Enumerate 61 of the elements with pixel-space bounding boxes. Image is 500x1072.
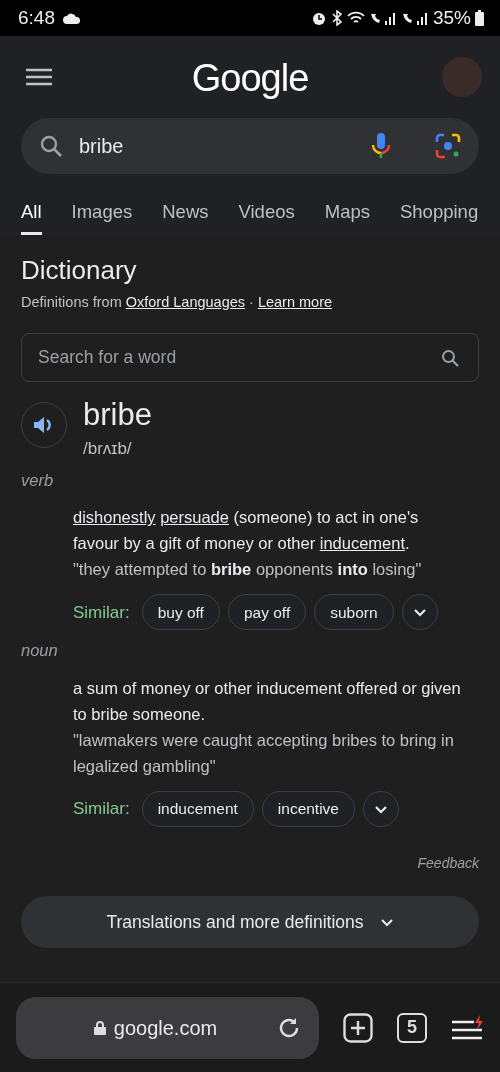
- wifi-icon: [346, 10, 365, 26]
- example: "they attempted to bribe opponents into losing": [73, 559, 423, 581]
- example: "lawmakers were caught accepting bribes to bring in legalized gambling": [73, 730, 455, 778]
- similar-chip[interactable]: buy off: [141, 594, 220, 631]
- word-link[interactable]: dishonestly: [73, 508, 156, 527]
- headword: bribe: [83, 397, 152, 433]
- alarm-icon: [310, 10, 327, 26]
- search-icon: [39, 134, 63, 158]
- more-definitions-button[interactable]: Translations and more definitions: [21, 896, 479, 949]
- menu-icon: [26, 68, 52, 86]
- battery-icon: [475, 10, 484, 26]
- search-tab[interactable]: Videos: [238, 192, 295, 235]
- part-of-speech: verb: [21, 469, 55, 491]
- definition: a sum of money or other inducement offered or given to bribe someone.: [73, 678, 462, 726]
- chevron-icon: [379, 917, 394, 927]
- plus-icon: [343, 1012, 373, 1043]
- phonetic: /brʌɪb/: [83, 438, 133, 461]
- similar-chip[interactable]: inducement: [141, 791, 254, 828]
- chevron-icon: [374, 804, 388, 814]
- chevron-icon: [412, 607, 427, 617]
- microphone-icon[interactable]: [371, 132, 391, 160]
- section-heading: Dictionary: [21, 255, 138, 287]
- word-search-field[interactable]: Search for a word: [21, 332, 479, 382]
- word-link[interactable]: persuade: [160, 508, 229, 527]
- new-tab-button[interactable]: [343, 1012, 373, 1043]
- tab-count-button[interactable]: 5: [397, 1012, 427, 1043]
- similar-chip[interactable]: pay off: [227, 594, 307, 631]
- search-tab[interactable]: Shopping: [400, 192, 479, 235]
- search-field[interactable]: bribe: [21, 118, 479, 174]
- expand-button[interactable]: [363, 791, 399, 828]
- cloud-icon: [63, 12, 81, 24]
- similar-chip[interactable]: suborn: [314, 594, 394, 631]
- search-tab[interactable]: Images: [71, 192, 133, 235]
- search-icon: [441, 348, 459, 367]
- search-tab[interactable]: All: [21, 192, 42, 235]
- expand-button[interactable]: [401, 594, 438, 631]
- separator: ·: [249, 293, 254, 313]
- definition: dishonestly persuade (someone) to act in one's favour by a gift of money or other inducement.: [73, 507, 420, 555]
- learn-more-link[interactable]: Learn more: [257, 292, 333, 314]
- signal-icon: [400, 10, 429, 26]
- signal-icon: [368, 10, 397, 26]
- bluetooth-icon: [330, 10, 343, 26]
- camera-search-icon[interactable]: [435, 133, 461, 159]
- part-of-speech: noun: [21, 640, 59, 662]
- source-link[interactable]: Oxford Languages: [125, 292, 246, 314]
- battery-level: 35%: [432, 5, 471, 30]
- similar-chip[interactable]: incentive: [261, 791, 355, 828]
- source-text: Definitions from: [21, 293, 122, 313]
- search-tab[interactable]: Maps: [324, 192, 370, 235]
- similar-label: Similar:: [73, 798, 130, 821]
- logo: Google: [191, 56, 309, 101]
- similar-label: Similar:: [73, 601, 130, 624]
- clock-time: 6:48: [18, 5, 55, 30]
- address-bar[interactable]: google.com: [16, 996, 319, 1059]
- search-tab[interactable]: News: [162, 192, 209, 235]
- browser-menu-button[interactable]: [451, 1013, 483, 1042]
- feedback-link[interactable]: Feedback: [417, 853, 479, 875]
- menu-icon: [451, 1013, 483, 1042]
- menu-button[interactable]: [26, 68, 52, 86]
- url-text: google.com: [113, 1015, 218, 1041]
- lock-icon: [93, 1020, 106, 1035]
